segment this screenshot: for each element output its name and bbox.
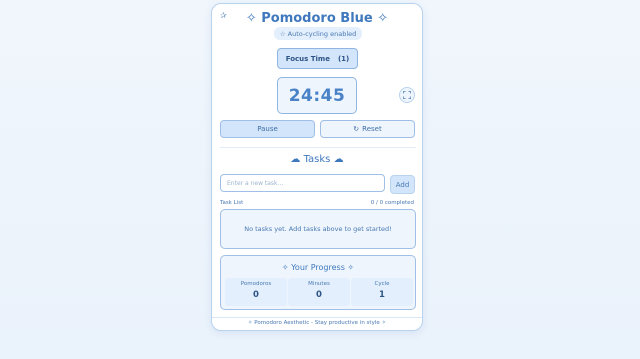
app-title: ✧ Pomodoro Blue ✧ [245,11,389,26]
stat-label: Cycle [374,281,390,287]
divider [220,147,416,148]
mode-label: Focus Time [285,54,330,63]
task-completed-count: 0 / 0 completed [370,200,414,206]
fullscreen-icon [403,91,411,99]
progress-panel: ✧ Your Progress ✧ Pomodoros 0 Minutes 0 … [220,255,416,310]
task-list-label: Task List [220,200,244,206]
timer-display: 24:45 [277,77,357,114]
auto-cycling-badge: ☆ Auto-cycling enabled [274,27,362,40]
tasks-heading: ☁ Tasks ☁ [290,154,344,165]
pause-button[interactable]: Pause [220,120,315,138]
stat-pomodoros: Pomodoros 0 [225,278,287,306]
stat-minutes: Minutes 0 [288,278,350,306]
empty-task-list: No tasks yet. Add tasks above to get sta… [220,209,416,249]
reset-label: Reset [362,125,382,133]
stat-cycle: Cycle 1 [351,278,413,306]
footer-text: ✧ Pomodoro Aesthetic - Stay productive i… [247,320,387,326]
pomodoro-card: ✰ ✧ Pomodoro Blue ✧ ☆ Auto-cycling enabl… [211,3,423,331]
empty-message: No tasks yet. Add tasks above to get sta… [244,225,392,233]
focus-mode-button[interactable]: Focus Time (1) [277,48,358,69]
task-input[interactable] [220,174,385,192]
fullscreen-button[interactable] [399,87,415,103]
stat-label: Minutes [308,281,330,287]
stat-value: 0 [253,290,259,300]
stat-label: Pomodoros [240,281,272,287]
pause-label: Pause [257,125,278,133]
reset-button[interactable]: ↻ Reset [320,120,415,138]
refresh-icon: ↻ [353,125,360,133]
add-task-button[interactable]: Add [390,175,415,194]
progress-heading: ✧ Your Progress ✧ [281,263,355,272]
mode-count: (1) [337,54,350,63]
stat-value: 0 [316,290,322,300]
footer-divider [212,317,422,318]
stat-value: 1 [379,290,385,300]
